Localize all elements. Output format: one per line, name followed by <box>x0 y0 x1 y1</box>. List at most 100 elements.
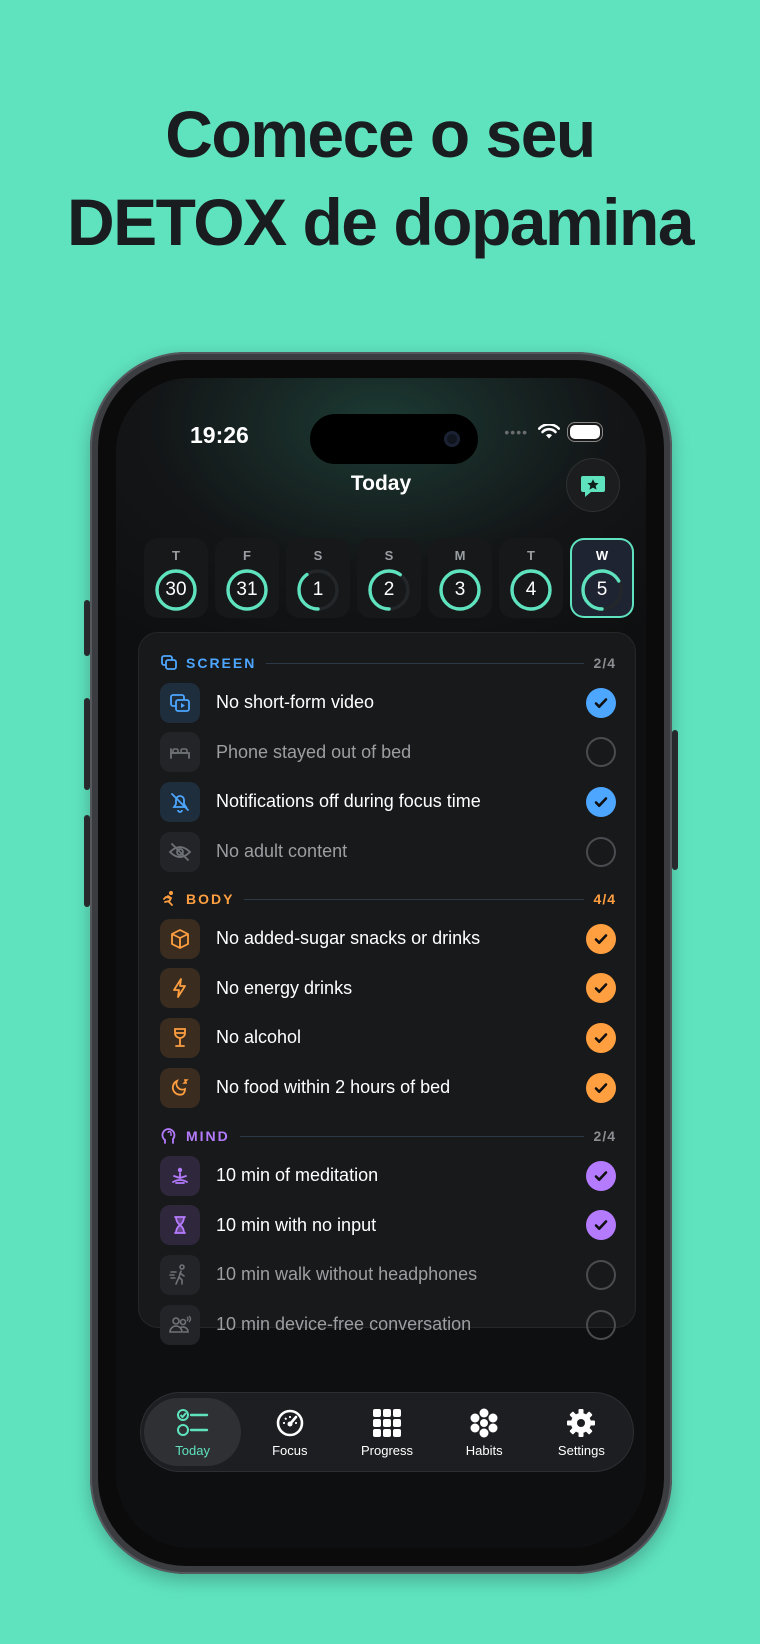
day-progress-ring: 2 <box>367 568 411 612</box>
gear-icon <box>566 1407 596 1439</box>
day-progress-ring: 1 <box>296 568 340 612</box>
day-progress-ring: 5 <box>580 568 624 612</box>
habit-label: No energy drinks <box>216 977 353 998</box>
day-number: 31 <box>236 579 258 600</box>
day-1[interactable]: F 31 <box>215 538 279 618</box>
phone-frame: 19:26 •••• Today T 30 F 31 S 1 S 2 M 3 T… <box>90 352 672 1574</box>
tab-label: Focus <box>272 1442 308 1458</box>
battery-icon <box>570 425 600 439</box>
status-icons: •••• <box>504 424 600 440</box>
habit-row[interactable]: 10 min of meditation <box>160 1151 616 1201</box>
day-progress-ring: 31 <box>225 568 269 612</box>
checked-icon[interactable] <box>586 1160 616 1191</box>
habit-label: 10 min device-free conversation <box>216 1314 472 1335</box>
checked-icon[interactable] <box>586 923 616 954</box>
habit-row[interactable]: Phone stayed out of bed <box>160 728 616 778</box>
headline: Comece o seu DETOX de dopamina <box>0 90 760 266</box>
tab-progress[interactable]: Progress <box>338 1398 435 1466</box>
day-0[interactable]: T 30 <box>144 538 208 618</box>
day-number: 30 <box>165 579 187 600</box>
tab-today[interactable]: Today <box>144 1398 242 1466</box>
checked-icon[interactable] <box>586 786 616 817</box>
checked-icon[interactable] <box>586 973 616 1004</box>
feedback-button[interactable] <box>566 458 620 512</box>
section-label: SCREEN <box>186 655 257 671</box>
gauge-icon <box>275 1407 305 1439</box>
checked-icon[interactable] <box>586 1072 616 1103</box>
status-time: 19:26 <box>190 422 249 448</box>
day-number: 3 <box>454 579 466 600</box>
day-number: 1 <box>312 579 324 600</box>
day-number: 4 <box>525 579 537 600</box>
chat-star-icon <box>581 476 605 497</box>
habits-card: SCREEN 2/4 No short-form video Phone stayed… <box>138 632 636 1345</box>
checked-icon[interactable] <box>586 1022 616 1053</box>
moon-sleep-icon <box>160 1067 200 1108</box>
habit-row[interactable]: Notifications off during focus time <box>160 777 616 827</box>
head-icon <box>160 1127 178 1145</box>
section-body: BODY 4/4 No added-sugar snacks or drinks No… <box>160 884 616 1112</box>
habit-row[interactable]: No alcohol <box>160 1013 616 1063</box>
habit-row[interactable]: No adult content <box>160 827 616 877</box>
tab-bar: Today Focus Progress Habits Settings <box>140 1392 634 1472</box>
day-letter: S <box>384 548 394 563</box>
habit-row[interactable]: No energy drinks <box>160 964 616 1014</box>
headline-line-1: Comece o seu <box>165 97 596 171</box>
checked-icon[interactable] <box>586 1210 616 1241</box>
running-icon <box>160 890 178 908</box>
camera-icon <box>444 431 460 447</box>
habit-label: No alcohol <box>216 1027 302 1048</box>
habit-row[interactable]: 10 min walk without headphones <box>160 1250 616 1300</box>
unchecked-circle[interactable] <box>586 1310 616 1340</box>
dynamic-island <box>310 414 478 464</box>
habit-row[interactable]: No short-form video <box>160 678 616 728</box>
phone-bezel: 19:26 •••• Today T 30 F 31 S 1 S 2 M 3 T… <box>98 360 664 1566</box>
unchecked-circle[interactable] <box>586 737 616 767</box>
day-6[interactable]: W 5 <box>570 538 634 618</box>
day-letter: M <box>454 548 466 563</box>
wine-glass-icon <box>160 1017 200 1058</box>
screens-icon <box>160 654 178 672</box>
checked-icon[interactable] <box>586 687 616 718</box>
habit-label: No added-sugar snacks or drinks <box>216 928 481 949</box>
habit-label: 10 min with no input <box>216 1214 377 1235</box>
section-header: BODY 4/4 <box>160 884 616 914</box>
day-2[interactable]: S 1 <box>286 538 350 618</box>
eye-off-icon <box>160 831 200 872</box>
walking-icon <box>160 1254 200 1295</box>
habit-row[interactable]: 10 min with no input <box>160 1201 616 1251</box>
section-screen: SCREEN 2/4 No short-form video Phone stayed… <box>160 648 616 876</box>
day-letter: T <box>172 548 180 563</box>
day-number: 2 <box>383 579 395 600</box>
bolt-icon <box>160 968 200 1009</box>
tab-settings[interactable]: Settings <box>533 1398 630 1466</box>
day-letter: T <box>527 548 535 563</box>
habit-label: 10 min of meditation <box>216 1165 379 1186</box>
tab-habits[interactable]: Habits <box>436 1398 533 1466</box>
day-3[interactable]: S 2 <box>357 538 421 618</box>
section-count: 4/4 <box>593 891 616 907</box>
power-button <box>672 730 678 870</box>
meditation-icon <box>160 1155 200 1196</box>
habit-row[interactable]: No added-sugar snacks or drinks <box>160 914 616 964</box>
day-5[interactable]: T 4 <box>499 538 563 618</box>
wifi-icon <box>538 424 560 439</box>
video-icon <box>160 682 200 723</box>
unchecked-circle[interactable] <box>586 1260 616 1290</box>
section-divider <box>239 1135 584 1137</box>
phone-screen: 19:26 •••• Today T 30 F 31 S 1 S 2 M 3 T… <box>116 378 646 1548</box>
unchecked-circle[interactable] <box>586 837 616 867</box>
day-progress-ring: 30 <box>154 568 198 612</box>
flower-icon <box>469 1407 499 1439</box>
signal-icon: •••• <box>504 424 528 440</box>
bell-off-icon <box>160 781 200 822</box>
habit-row[interactable]: 10 min device-free conversation <box>160 1300 616 1350</box>
habit-label: No adult content <box>216 841 348 862</box>
habit-row[interactable]: No food within 2 hours of bed <box>160 1063 616 1113</box>
day-4[interactable]: M 3 <box>428 538 492 618</box>
section-header: MIND 2/4 <box>160 1121 616 1151</box>
habit-label: Notifications off during focus time <box>216 791 481 812</box>
tab-focus[interactable]: Focus <box>241 1398 338 1466</box>
section-count: 2/4 <box>593 1128 616 1144</box>
tab-label: Habits <box>465 1442 503 1458</box>
